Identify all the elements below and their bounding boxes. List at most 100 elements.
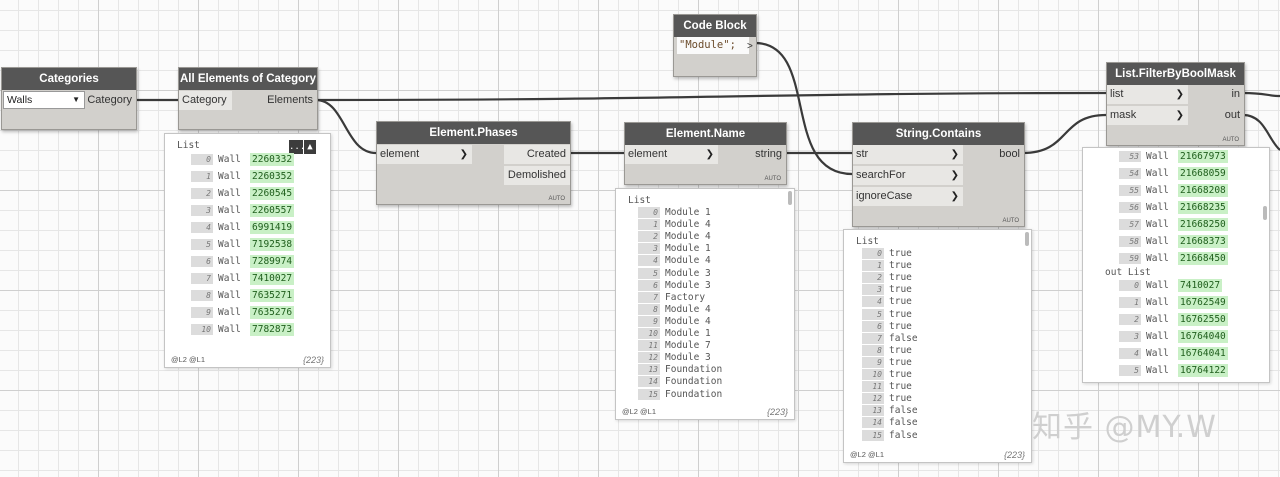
element-id[interactable]: 6991419 [250, 221, 295, 234]
pin-icon[interactable]: ▲ [304, 140, 316, 154]
element-id[interactable]: 7410027 [250, 272, 295, 285]
port-label: element [380, 148, 420, 160]
item-index: 15 [862, 429, 884, 441]
item-label: Wall [1146, 314, 1169, 325]
item-label: Wall [218, 171, 241, 182]
output-port-in[interactable]: in [1210, 85, 1244, 104]
port-label: bool [999, 148, 1020, 160]
list-item: 53 Wall 21667973 [1119, 149, 1228, 164]
list-item: 4 Wall 16764041 [1119, 346, 1228, 361]
item-label: Wall [218, 205, 241, 216]
list-item: 2 Wall 16762550 [1119, 312, 1228, 327]
list-item: 59 Wall 21668450 [1119, 251, 1228, 266]
item-index: 8 [191, 290, 213, 301]
element-id[interactable]: 21668235 [1178, 201, 1228, 214]
output-port-out[interactable]: out [1210, 106, 1244, 125]
scrollbar[interactable] [788, 191, 792, 205]
port-label: searchFor [856, 169, 906, 181]
item-label: Wall [218, 324, 241, 335]
port-label: list [1110, 88, 1124, 100]
input-port-list[interactable]: list ❯ [1107, 85, 1188, 104]
preview-footer: @L2 @L1 {223} [622, 407, 788, 417]
port-label: Category [182, 94, 227, 106]
node-code-block[interactable]: Code Block "Module"; > [673, 14, 757, 77]
element-id[interactable]: 21668059 [1178, 167, 1228, 180]
lacing-label: AUTO [764, 176, 781, 182]
port-label: Demolished [507, 169, 566, 181]
element-id[interactable]: 7782873 [250, 323, 295, 336]
watermark: 知乎 @MY.W [1032, 410, 1217, 445]
chevron-right-icon: ❯ [705, 149, 714, 160]
element-id[interactable]: 2260557 [250, 204, 295, 217]
item-label: Wall [1146, 280, 1169, 291]
node-string-contains[interactable]: String.Contains str ❯ searchFor ❯ ignore… [852, 122, 1025, 227]
chevron-right-icon: ❯ [459, 149, 468, 160]
element-id[interactable]: 2260545 [250, 187, 295, 200]
item-label: Wall [1146, 168, 1169, 179]
item-label: Wall [1146, 365, 1169, 376]
input-port-str[interactable]: str ❯ [853, 145, 963, 164]
element-id[interactable]: 2260332 [250, 153, 295, 166]
item-label: Wall [218, 256, 241, 267]
element-id[interactable]: 21668250 [1178, 218, 1228, 231]
element-id[interactable]: 7192538 [250, 238, 295, 251]
element-id[interactable]: 16762550 [1178, 313, 1228, 326]
item-index: 56 [1119, 202, 1141, 213]
item-index: 3 [191, 205, 213, 216]
output-port-code[interactable]: > [747, 37, 755, 56]
item-label: Wall [1146, 297, 1169, 308]
output-port-created[interactable]: Created [504, 145, 570, 164]
element-id[interactable]: 21668373 [1178, 235, 1228, 248]
scrollbar[interactable] [1025, 232, 1029, 246]
node-element-name[interactable]: Element.Name element ❯ string AUTO [624, 122, 787, 185]
item-label: Wall [1146, 185, 1169, 196]
output-port-demolished[interactable]: Demolished [504, 166, 570, 185]
element-id[interactable]: 7635276 [250, 306, 295, 319]
item-count: {223} [1003, 450, 1025, 460]
element-id[interactable]: 21668450 [1178, 252, 1228, 265]
node-all-elements-of-category[interactable]: All Elements of Category Category Elemen… [178, 67, 318, 130]
output-port-string[interactable]: string [742, 145, 786, 164]
port-label: ignoreCase [856, 190, 913, 202]
scrollbar[interactable] [1263, 206, 1267, 220]
element-id[interactable]: 21668208 [1178, 184, 1228, 197]
element-id[interactable]: 21667973 [1178, 150, 1228, 163]
list-item: 5 Wall 16764122 [1119, 363, 1228, 378]
item-index: 15 [638, 388, 660, 400]
item-label: Wall [218, 188, 241, 199]
input-port-searchfor[interactable]: searchFor ❯ [853, 166, 963, 185]
output-port-bool[interactable]: bool [986, 145, 1024, 164]
chevron-right-icon: ❯ [950, 170, 959, 181]
element-id[interactable]: 16764041 [1178, 347, 1228, 360]
preview-filter[interactable]: 53 Wall 21667973 54 Wall 21668059 55 Wall 216682… [1082, 147, 1270, 383]
item-label: Wall [1146, 202, 1169, 213]
input-port-element[interactable]: element ❯ [625, 145, 718, 164]
input-port-ignorecase[interactable]: ignoreCase ❯ [853, 187, 963, 206]
node-categories[interactable]: Categories Walls ▼ Category [1, 67, 137, 130]
preview-element-name[interactable]: List 0 Module 1 1 Module 4 2 Module 4 3 Module … [615, 188, 795, 420]
output-port-category[interactable]: Category [78, 91, 136, 110]
node-list-filterbyboolmask[interactable]: List.FilterByBoolMask list ❯ mask ❯ in o… [1106, 62, 1245, 146]
element-id[interactable]: 2260352 [250, 170, 295, 183]
output-port-elements[interactable]: Elements [259, 91, 317, 110]
preview-string-contains[interactable]: List 0 true 1 true 2 true 3 true 4 true 5 true 6 true… [843, 229, 1032, 463]
element-id[interactable]: 7635271 [250, 289, 295, 302]
item-index: 59 [1119, 253, 1141, 264]
list-levels: @L2 @L1 [850, 450, 884, 459]
preview-all-elements[interactable]: ... ▲ List 0 Wall 2260332 1 Wall 2260352 2 Wall… [164, 133, 331, 368]
code-editor[interactable]: "Module"; [677, 37, 749, 54]
item-index: 0 [1119, 280, 1141, 291]
element-id[interactable]: 7410027 [1178, 279, 1223, 292]
element-id[interactable]: 7289974 [250, 255, 295, 268]
element-id[interactable]: 16762549 [1178, 296, 1228, 309]
input-port-mask[interactable]: mask ❯ [1107, 106, 1188, 125]
list-item: 1 Wall 2260352 [191, 169, 295, 184]
element-id[interactable]: 16764122 [1178, 364, 1228, 377]
list-item: 0 Wall 2260332 [191, 152, 295, 167]
input-port-category[interactable]: Category [179, 91, 232, 110]
element-id[interactable]: 16764040 [1178, 330, 1228, 343]
input-port-element[interactable]: element ❯ [377, 145, 472, 164]
node-element-phases[interactable]: Element.Phases element ❯ Created Demolis… [376, 121, 571, 205]
list-item: 7 Wall 7410027 [191, 271, 295, 286]
category-dropdown[interactable]: Walls ▼ [3, 91, 85, 109]
